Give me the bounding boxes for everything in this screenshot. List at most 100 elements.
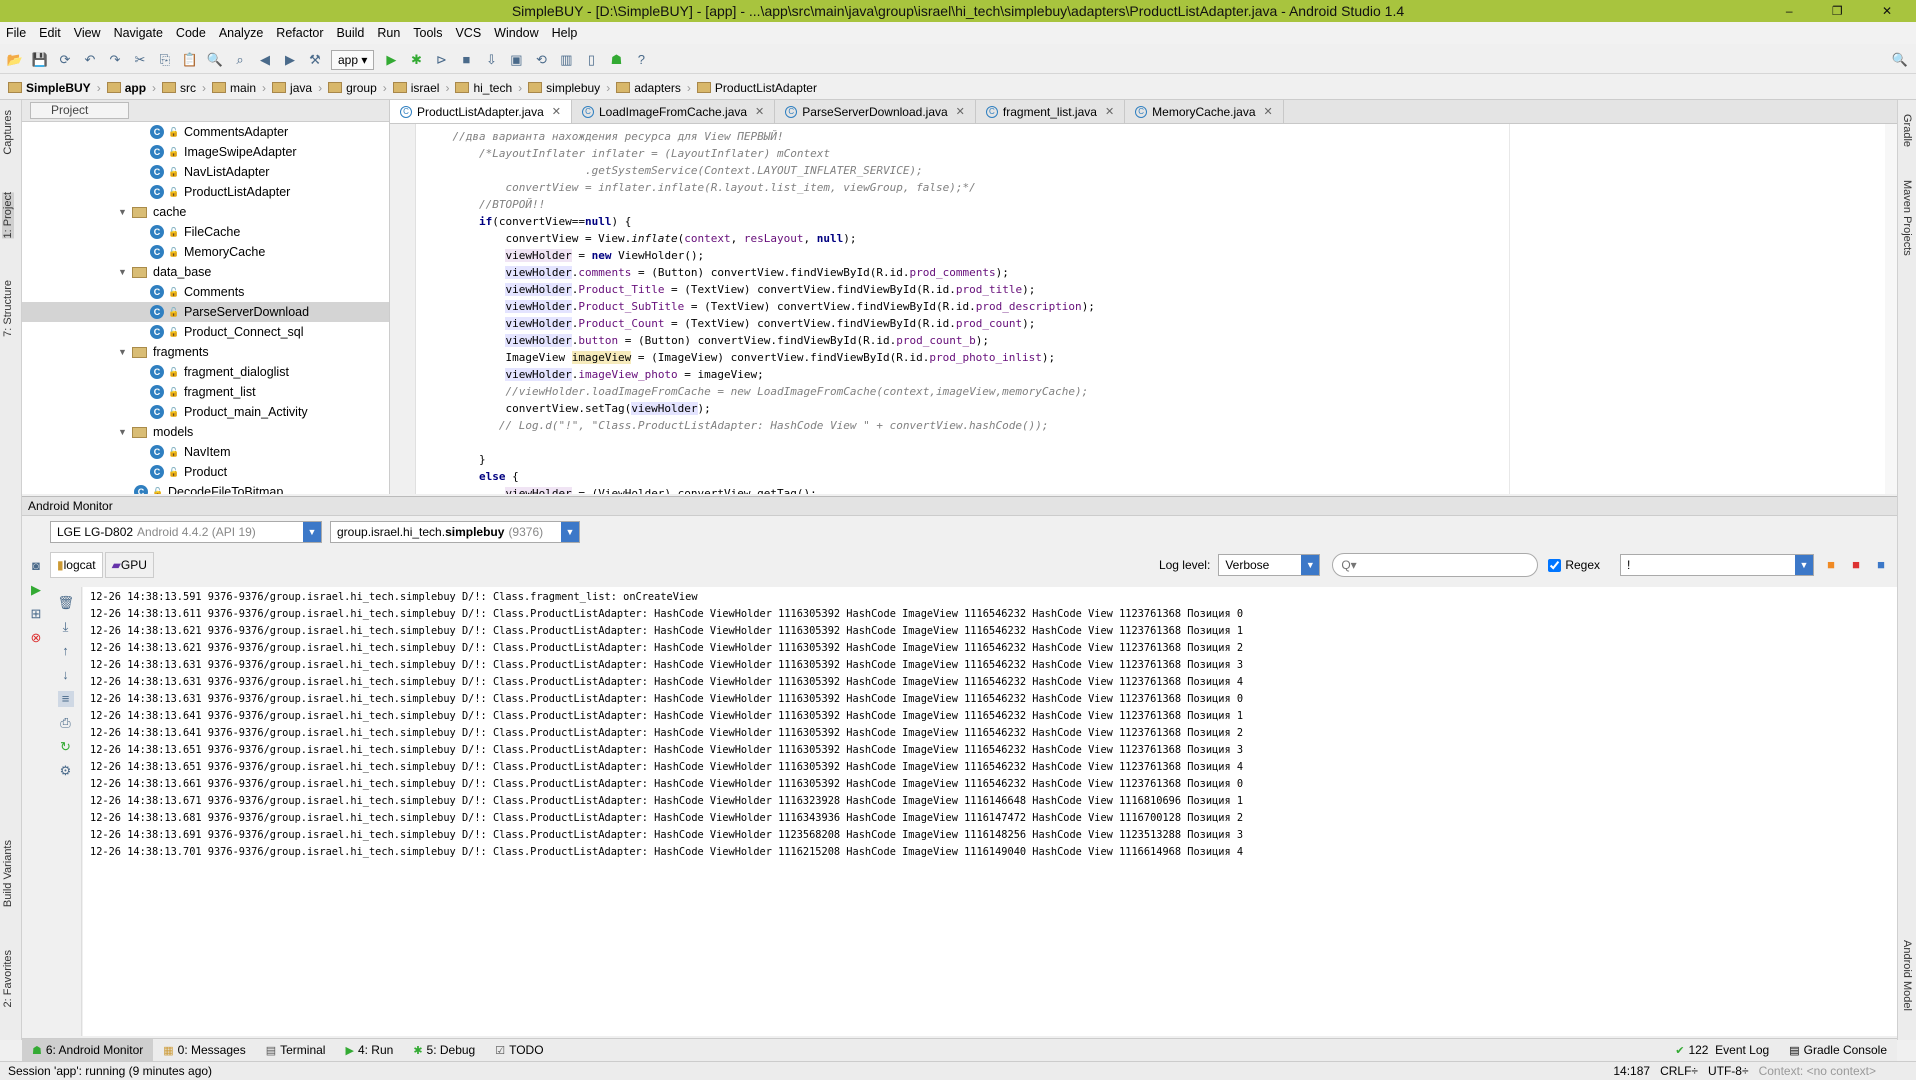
filter-config-icon[interactable]: ■ [1822,557,1840,573]
code-content[interactable]: //два варианта нахождения ресурса для Vi… [426,128,1095,494]
menu-build[interactable]: Build [337,26,365,40]
tree-item[interactable]: C 🔓 Product_main_Activity [22,402,389,422]
log-line[interactable]: 12-26 14:38:13.621 9376-9376/group.israe… [90,623,1897,640]
tree-item[interactable]: C 🔓 ImageSwipeAdapter [22,142,389,162]
device-icon[interactable]: ▯ [582,52,600,68]
breadcrumb-item[interactable]: israel › [392,81,449,95]
down-icon[interactable]: ↓ [58,667,74,683]
menu-window[interactable]: Window [494,26,538,40]
menu-analyze[interactable]: Analyze [219,26,263,40]
bottom-tab[interactable]: ☑ TODO [485,1039,553,1061]
android-model-tool-tab[interactable]: Android Model [1901,940,1913,1011]
breadcrumb-item[interactable]: group › [328,81,387,95]
stop-icon[interactable]: ■ [457,52,475,68]
editor-tab[interactable]: C LoadImageFromCache.java ✕ [572,100,776,123]
search-everywhere-icon[interactable]: 🔍 [1891,52,1909,68]
sdk-icon[interactable]: ⇩ [482,52,500,68]
tree-item[interactable]: C 🔓 NavItem [22,442,389,462]
restart-icon[interactable]: ↻ [58,739,74,755]
android-icon[interactable]: ☗ [607,52,625,68]
menu-run[interactable]: Run [377,26,400,40]
menu-vcs[interactable]: VCS [455,26,481,40]
tree-item[interactable]: C 🔓 FileCache [22,222,389,242]
cut-icon[interactable]: ✂ [131,52,149,68]
settings-icon[interactable]: ⚙ [58,763,74,779]
gradle-console-tab[interactable]: ▤ Gradle Console [1779,1039,1897,1061]
close-icon[interactable]: ✕ [1264,105,1273,118]
tree-item[interactable]: C 🔓 CommentsAdapter [22,122,389,142]
log-line[interactable]: 12-26 14:38:13.631 9376-9376/group.israe… [90,691,1897,708]
tree-item[interactable]: ▼ fragments [22,342,389,362]
editor-gutter[interactable] [390,124,416,494]
avd-icon[interactable]: ▣ [507,52,525,68]
project-view-dropdown[interactable]: Project [30,102,130,119]
logcat-output[interactable]: 12-26 14:38:13.591 9376-9376/group.israe… [83,587,1897,1036]
tree-item[interactable]: ▼ data_base [22,262,389,282]
close-icon[interactable]: ✕ [956,105,965,118]
sync-icon[interactable]: ⟳ [56,52,74,68]
save-icon[interactable]: 💾 [31,52,49,68]
menu-tools[interactable]: Tools [413,26,442,40]
export-icon[interactable]: ■ [1872,557,1890,573]
screenshot-icon[interactable]: ◙ [28,558,44,574]
soft-wrap-icon[interactable]: ≡ [57,691,74,707]
tree-item[interactable]: C 🔓 Product [22,462,389,482]
clear-log-icon[interactable]: 🗑 [58,595,75,611]
undo-icon[interactable]: ↶ [81,52,99,68]
log-line[interactable]: 12-26 14:38:13.641 9376-9376/group.israe… [90,725,1897,742]
log-level-select[interactable]: Verbose ▼ [1218,554,1321,576]
breadcrumb-item[interactable]: main › [212,81,266,95]
chevron-down-icon[interactable]: ▼ [303,522,321,542]
gradle-tool-tab[interactable]: Gradle [1901,114,1913,147]
close-icon[interactable]: ✕ [552,105,561,118]
log-line[interactable]: 12-26 14:38:13.631 9376-9376/group.israe… [90,657,1897,674]
open-icon[interactable]: 📂 [6,52,24,68]
expand-arrow-icon[interactable]: ▼ [118,202,132,222]
redo-icon[interactable]: ↷ [106,52,124,68]
caret-position[interactable]: 14:187 [1613,1064,1650,1078]
log-line[interactable]: 12-26 14:38:13.651 9376-9376/group.israe… [90,759,1897,776]
help-icon[interactable]: ? [632,52,650,68]
scroll-end-icon[interactable]: ⤓ [58,619,74,635]
make-icon[interactable]: ⚒ [306,52,324,68]
breadcrumb-item[interactable]: app › [106,81,156,95]
event-log-tab[interactable]: ✔ 122 Event Log [1665,1039,1779,1061]
regex-checkbox[interactable] [1548,558,1562,572]
maven-tool-tab[interactable]: Maven Projects [1901,180,1913,256]
window-controls[interactable]: – ❐ ✕ [1786,0,1910,22]
monitor-icon[interactable]: ▥ [557,52,575,68]
run-config-selector[interactable]: app ▾ [331,49,375,70]
editor-tab[interactable]: C ProductListAdapter.java ✕ [390,100,572,123]
tree-item[interactable]: C 🔓 Comments [22,282,389,302]
build-variants-tool-tab[interactable]: Build Variants [2,840,14,907]
record-icon[interactable]: ▶ [28,582,44,598]
debug-icon[interactable]: ✱ [407,52,425,68]
expand-arrow-icon[interactable]: ▼ [118,422,132,442]
breadcrumb-item[interactable]: ProductListAdapter [696,81,817,95]
log-line[interactable]: 12-26 14:38:13.691 9376-9376/group.israe… [90,827,1897,844]
code-editor[interactable]: //два варианта нахождения ресурса для Vi… [390,124,1897,494]
bottom-tab[interactable]: ☗ 6: Android Monitor [22,1039,154,1061]
log-line[interactable]: 12-26 14:38:13.591 9376-9376/group.israe… [90,589,1897,606]
print-icon[interactable]: ⎙ [58,715,74,731]
tree-item[interactable]: C 🔓 MemoryCache [22,242,389,262]
error-stripe[interactable] [1885,124,1897,494]
captures-tool-tab[interactable]: Captures [2,110,14,155]
tab-logcat[interactable]: ▮ logcat [50,552,103,578]
expand-arrow-icon[interactable]: ▼ [118,342,132,362]
tree-item[interactable]: C 🔓 Product_Connect_sql [22,322,389,342]
breadcrumb-item[interactable]: adapters › [616,81,691,95]
paste-icon[interactable]: 📋 [181,52,199,68]
log-search-input[interactable] [1332,553,1539,577]
bottom-tab[interactable]: ▦ 0: Messages [153,1039,255,1061]
breadcrumb-item[interactable]: java › [272,81,322,95]
breadcrumb-item[interactable]: src › [162,81,206,95]
attach-icon[interactable]: ⊳ [432,52,450,68]
tree-item[interactable]: C 🔓 ProductListAdapter [22,182,389,202]
tree-item[interactable]: C 🔓 fragment_dialoglist [22,362,389,382]
replace-icon[interactable]: ⌕ [231,52,249,68]
close-icon[interactable]: ✕ [1105,105,1114,118]
expand-arrow-icon[interactable]: ▼ [118,262,132,282]
tree-item[interactable]: ▼ cache [22,202,389,222]
menu-edit[interactable]: Edit [39,26,61,40]
